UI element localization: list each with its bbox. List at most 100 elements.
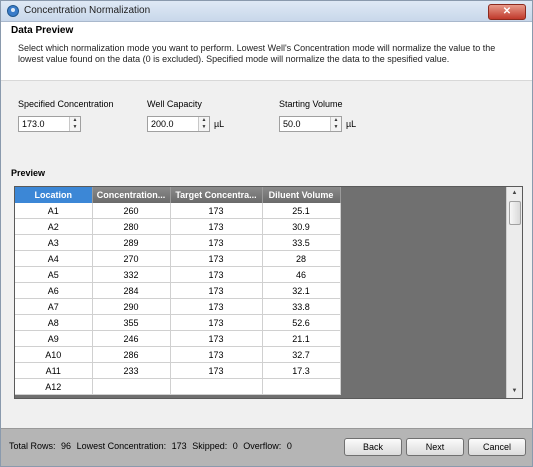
table-cell: A10 xyxy=(15,346,93,363)
table-row[interactable]: A11 233 173 17.3 xyxy=(15,362,341,379)
table-cell: A11 xyxy=(15,362,93,379)
table-cell: 173 xyxy=(170,298,263,315)
column-header[interactable]: Target Concentra... xyxy=(170,187,263,203)
table-cell: 173 xyxy=(170,266,263,283)
table-cell: 46 xyxy=(262,266,341,283)
table-cell: 173 xyxy=(170,314,263,331)
well-capacity-stepper[interactable]: 200.0 ▲ ▼ xyxy=(147,116,210,132)
table-cell: A5 xyxy=(15,266,93,283)
table-cell: 173 xyxy=(170,346,263,363)
specified-concentration-stepper[interactable]: 173.0 ▲ ▼ xyxy=(18,116,81,132)
stepper-arrows[interactable]: ▲ ▼ xyxy=(330,117,341,131)
footer-bar: Total Rows: 96 Lowest Concentration: 173… xyxy=(1,428,532,466)
table-row[interactable]: A6 284 173 32.1 xyxy=(15,282,341,299)
table-cell xyxy=(170,378,263,395)
table-row[interactable]: A8 355 173 52.6 xyxy=(15,314,341,331)
concentration-normalization-window: Concentration Normalization ✕ Data Previ… xyxy=(0,0,533,467)
preview-table: Location Concentration... Target Concentra… xyxy=(15,187,341,395)
table-cell: 173 xyxy=(170,234,263,251)
back-button[interactable]: Back xyxy=(344,438,402,456)
well-capacity-unit: µL xyxy=(214,119,225,129)
table-cell: 28 xyxy=(262,250,341,267)
scroll-thumb[interactable] xyxy=(509,201,521,225)
down-arrow-icon[interactable]: ▼ xyxy=(199,124,209,131)
down-arrow-icon[interactable]: ▼ xyxy=(331,124,341,131)
preview-grid[interactable]: Location Concentration... Target Concentra… xyxy=(14,186,523,399)
total-rows-label: Total Rows: xyxy=(9,441,56,451)
table-cell: A6 xyxy=(15,282,93,299)
preview-label: Preview xyxy=(11,168,46,178)
table-cell: A8 xyxy=(15,314,93,331)
scroll-down-icon[interactable]: ▼ xyxy=(507,385,522,398)
well-capacity-value: 200.0 xyxy=(151,119,174,129)
table-cell: 33.5 xyxy=(262,234,341,251)
table-cell: 173 xyxy=(170,282,263,299)
table-cell: 32.7 xyxy=(262,346,341,363)
specified-concentration-value: 173.0 xyxy=(22,119,45,129)
table-cell: 280 xyxy=(92,218,171,235)
table-cell: 355 xyxy=(92,314,171,331)
total-rows-value: 96 xyxy=(61,441,72,451)
table-row[interactable]: A12 xyxy=(15,378,341,395)
table-cell: 173 xyxy=(170,203,263,219)
table-row[interactable]: A4 270 173 28 xyxy=(15,250,341,267)
title-bar: Concentration Normalization ✕ xyxy=(1,1,532,22)
table-cell: 17.3 xyxy=(262,362,341,379)
up-arrow-icon[interactable]: ▲ xyxy=(70,117,80,124)
table-cell: 270 xyxy=(92,250,171,267)
table-row[interactable]: A2 280 173 30.9 xyxy=(15,218,341,235)
stepper-arrows[interactable]: ▲ ▼ xyxy=(198,117,209,131)
description-text: Select which normalization mode you want… xyxy=(18,43,496,64)
column-header[interactable]: Concentration... xyxy=(92,187,171,203)
table-cell: 32.1 xyxy=(262,282,341,299)
cancel-button[interactable]: Cancel xyxy=(468,438,526,456)
table-cell xyxy=(92,378,171,395)
window-title: Concentration Normalization xyxy=(24,5,151,16)
section-title: Data Preview xyxy=(11,25,74,36)
starting-volume-value: 50.0 xyxy=(283,119,301,129)
lowest-concentration-label: Lowest Concentration: xyxy=(76,441,167,451)
starting-volume-unit: µL xyxy=(346,119,357,129)
table-cell: 233 xyxy=(92,362,171,379)
scroll-up-icon[interactable]: ▲ xyxy=(507,187,522,200)
column-header[interactable]: Location xyxy=(15,187,93,203)
table-cell: A7 xyxy=(15,298,93,315)
table-cell: 173 xyxy=(170,250,263,267)
lowest-concentration-value: 173 xyxy=(171,441,187,451)
up-arrow-icon[interactable]: ▲ xyxy=(199,117,209,124)
table-cell: 290 xyxy=(92,298,171,315)
table-cell xyxy=(262,378,341,395)
table-cell: 30.9 xyxy=(262,218,341,235)
table-cell: A9 xyxy=(15,330,93,347)
overflow-label: Overflow: xyxy=(243,441,282,451)
table-cell: 173 xyxy=(170,362,263,379)
table-row[interactable]: A9 246 173 21.1 xyxy=(15,330,341,347)
table-row[interactable]: A3 289 173 33.5 xyxy=(15,234,341,251)
table-row[interactable]: A7 290 173 33.8 xyxy=(15,298,341,315)
header-band: Data Preview Select which normalization … xyxy=(1,22,532,81)
table-cell: 332 xyxy=(92,266,171,283)
table-cell: 33.8 xyxy=(262,298,341,315)
starting-volume-stepper[interactable]: 50.0 ▲ ▼ xyxy=(279,116,342,132)
table-cell: A1 xyxy=(15,203,93,219)
stepper-arrows[interactable]: ▲ ▼ xyxy=(69,117,80,131)
table-cell: 25.1 xyxy=(262,203,341,219)
app-icon xyxy=(7,5,19,17)
table-cell: 52.6 xyxy=(262,314,341,331)
well-capacity-label: Well Capacity xyxy=(147,99,202,109)
up-arrow-icon[interactable]: ▲ xyxy=(331,117,341,124)
column-header[interactable]: Diluent Volume xyxy=(262,187,341,203)
table-cell: 246 xyxy=(92,330,171,347)
overflow-value: 0 xyxy=(286,441,292,451)
table-cell: A2 xyxy=(15,218,93,235)
table-cell: 21.1 xyxy=(262,330,341,347)
table-row[interactable]: A1 260 173 25.1 xyxy=(15,203,341,219)
table-row[interactable]: A10 286 173 32.7 xyxy=(15,346,341,363)
close-button[interactable]: ✕ xyxy=(488,4,526,20)
starting-volume-label: Starting Volume xyxy=(279,99,343,109)
table-cell: 289 xyxy=(92,234,171,251)
table-row[interactable]: A5 332 173 46 xyxy=(15,266,341,283)
next-button[interactable]: Next xyxy=(406,438,464,456)
vertical-scrollbar[interactable]: ▲ ▼ xyxy=(506,187,522,398)
down-arrow-icon[interactable]: ▼ xyxy=(70,124,80,131)
